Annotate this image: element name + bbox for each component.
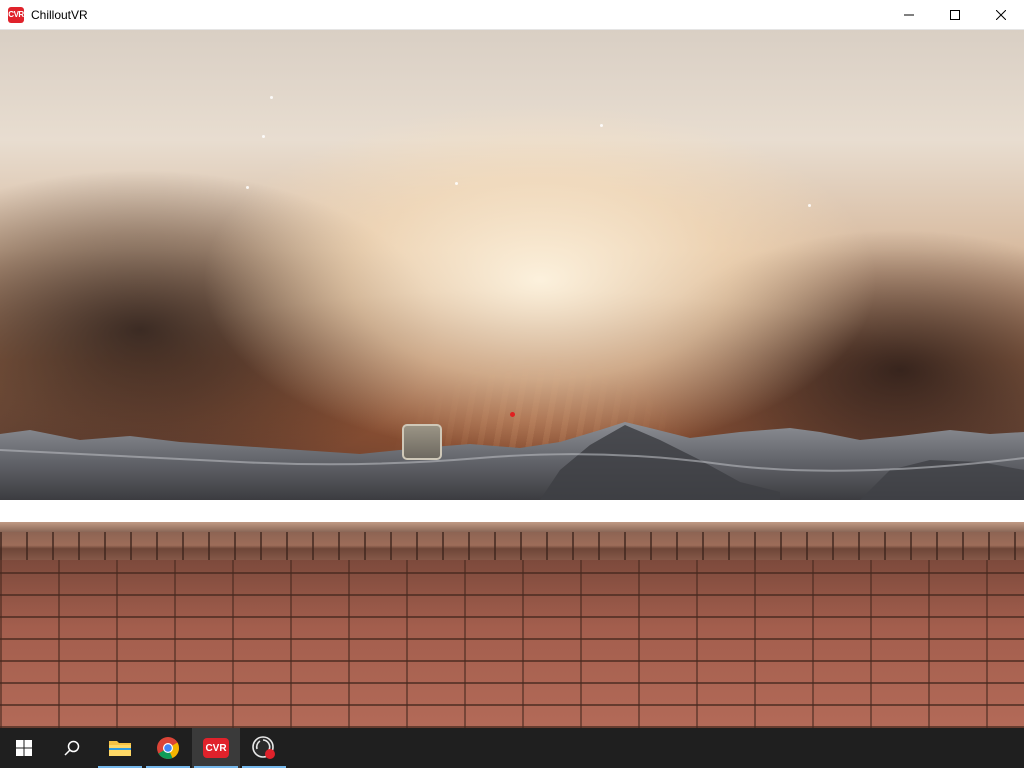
game-viewport[interactable] (0, 30, 1024, 728)
maximize-button[interactable] (932, 0, 978, 30)
minimize-button[interactable] (886, 0, 932, 30)
window-controls (886, 0, 1024, 30)
minimize-icon (904, 14, 914, 16)
maximize-icon (950, 10, 960, 20)
taskbar-chrome[interactable] (144, 728, 192, 768)
close-button[interactable] (978, 0, 1024, 30)
search-button[interactable] (48, 728, 96, 768)
crosshair-dot (510, 412, 515, 417)
taskbar-obs[interactable] (240, 728, 288, 768)
chrome-icon (157, 737, 179, 759)
title-bar[interactable]: CVR ChilloutVR (0, 0, 1024, 30)
menu-panel-box[interactable] (402, 424, 442, 460)
chilloutvr-window: CVR ChilloutVR (0, 0, 1024, 728)
brick-floor (0, 560, 1024, 728)
windows-logo-icon (16, 740, 32, 756)
close-icon (996, 10, 1006, 20)
brick-wall-ledge (0, 530, 1024, 564)
search-icon (64, 740, 80, 756)
start-button[interactable] (0, 728, 48, 768)
wall-top-edge (0, 522, 1024, 532)
window-title: ChilloutVR (31, 7, 88, 22)
recording-icon (252, 736, 275, 759)
chilloutvr-app-icon: CVR (8, 6, 24, 23)
windows-taskbar: CVR (0, 728, 1024, 768)
folder-icon (109, 741, 131, 756)
taskbar-file-explorer[interactable] (96, 728, 144, 768)
taskbar-chilloutvr[interactable]: CVR (192, 728, 240, 768)
cvr-icon: CVR (203, 738, 229, 758)
